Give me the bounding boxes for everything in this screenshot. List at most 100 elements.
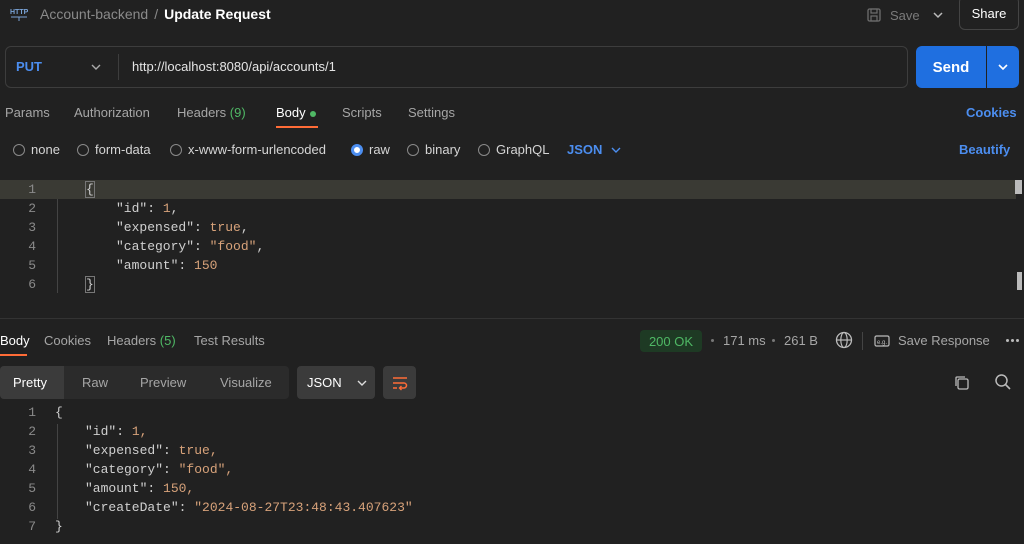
editor-scrollbar-marker[interactable] — [1015, 180, 1022, 194]
json-key: "category" — [116, 239, 195, 254]
tab-settings[interactable]: Settings — [408, 105, 455, 120]
tab-headers-count: (9) — [229, 105, 246, 120]
tab-authorization[interactable]: Authorization — [74, 105, 150, 120]
response-format-select[interactable]: JSON — [297, 366, 375, 399]
beautify-button[interactable]: Beautify — [959, 142, 1010, 157]
line-number: 5 — [28, 258, 36, 273]
response-tab-cookies[interactable]: Cookies — [44, 333, 91, 348]
radio-binary[interactable]: binary — [407, 142, 460, 157]
status-badge[interactable]: 200 OK — [640, 330, 702, 352]
response-time[interactable]: 171 ms — [723, 333, 766, 348]
tab-body[interactable]: Body — [276, 105, 316, 120]
radio-label: GraphQL — [496, 142, 550, 157]
radio-label: raw — [369, 142, 390, 157]
json-value: 150 — [194, 258, 218, 273]
json-key: "id" — [85, 424, 117, 439]
active-tab-underline — [0, 354, 27, 356]
code-line: "amount": 150 — [116, 258, 218, 273]
response-tab-test-results[interactable]: Test Results — [194, 333, 265, 348]
radio-form-data[interactable]: form-data — [77, 142, 151, 157]
method-select[interactable]: PUT — [16, 59, 42, 74]
code-brace-open: { — [55, 405, 63, 420]
response-size[interactable]: 261 B — [784, 333, 818, 348]
json-value: "food" — [209, 239, 257, 254]
send-button[interactable]: Send — [916, 46, 986, 88]
pane-divider[interactable] — [0, 318, 1024, 319]
line-number: 6 — [28, 500, 36, 515]
json-key: "category" — [85, 462, 164, 477]
save-button[interactable]: Save — [866, 4, 920, 26]
line-number: 3 — [28, 443, 36, 458]
radio-raw[interactable]: raw — [351, 142, 390, 157]
radio-label: binary — [425, 142, 461, 157]
chevron-down-icon[interactable] — [90, 61, 102, 73]
send-options-button[interactable] — [987, 46, 1019, 88]
breadcrumb: Account-backend / Update Request — [40, 6, 271, 22]
code-brace-close: } — [55, 519, 63, 534]
radio-urlencoded[interactable]: x-www-form-urlencoded — [170, 142, 326, 157]
radio-graphql[interactable]: GraphQL — [478, 142, 549, 157]
svg-text:e.g.: e.g. — [877, 340, 887, 346]
code-line: "id": 1, — [85, 424, 148, 439]
json-value: 150, — [163, 481, 195, 496]
toolbar-divider — [862, 332, 863, 350]
request-name[interactable]: Update Request — [164, 6, 271, 22]
url-input[interactable]: http://localhost:8080/api/accounts/1 — [132, 59, 336, 74]
response-tab-headers[interactable]: Headers (5) — [107, 333, 176, 348]
save-response-label: Save Response — [898, 333, 990, 348]
chevron-down-icon[interactable] — [931, 8, 945, 22]
editor-scrollbar-thumb[interactable] — [1017, 272, 1022, 290]
radio-label: x-www-form-urlencoded — [188, 142, 326, 157]
tab-params[interactable]: Params — [5, 105, 50, 120]
svg-text:HTTP: HTTP — [10, 9, 28, 16]
line-number: 2 — [28, 424, 36, 439]
view-raw[interactable]: Raw — [82, 375, 108, 390]
http-request-icon: HTTP — [10, 9, 28, 21]
code-brace-open: { — [85, 181, 95, 198]
search-icon[interactable] — [994, 373, 1012, 391]
code-line: "amount": 150, — [85, 481, 195, 496]
radio-circle-selected — [351, 143, 363, 156]
response-tab-headers-count: (5) — [159, 333, 176, 348]
tab-headers-label: Headers — [177, 105, 227, 120]
body-format-select[interactable]: JSON — [567, 142, 622, 157]
response-tab-headers-label: Headers — [107, 333, 157, 348]
example-icon: e.g. — [874, 334, 890, 347]
cookies-link[interactable]: Cookies — [966, 105, 1017, 120]
radio-circle — [407, 143, 419, 156]
line-number: 3 — [28, 220, 36, 235]
separator-dot — [711, 339, 714, 342]
response-tab-body[interactable]: Body — [0, 333, 30, 348]
globe-icon[interactable] — [835, 331, 853, 349]
radio-none[interactable]: none — [13, 142, 60, 157]
code-line: "createDate": "2024-08-27T23:48:43.40762… — [85, 500, 413, 515]
breadcrumb-collection[interactable]: Account-backend — [40, 6, 148, 22]
json-key: "id" — [116, 201, 148, 216]
line-number: 4 — [28, 239, 36, 254]
tab-headers[interactable]: Headers (9) — [177, 105, 246, 120]
wrap-lines-button[interactable] — [383, 366, 416, 399]
code-line: "category": "food", — [85, 462, 234, 477]
save-response-button[interactable]: e.g. Save Response — [874, 333, 990, 348]
json-value: 1 — [162, 201, 171, 216]
body-format-label: JSON — [567, 142, 603, 157]
modified-dot-indicator — [309, 110, 316, 117]
breadcrumb-separator: / — [154, 6, 159, 22]
code-line: "expensed": true, — [116, 220, 249, 235]
json-key: "amount" — [85, 481, 148, 496]
share-button[interactable]: Share — [959, 0, 1019, 30]
radio-label: none — [31, 142, 60, 157]
json-key: "expensed" — [85, 443, 164, 458]
view-pretty[interactable]: Pretty — [13, 375, 47, 390]
copy-icon[interactable] — [953, 374, 971, 392]
view-visualize[interactable]: Visualize — [220, 375, 272, 390]
response-format-label: JSON — [307, 375, 342, 390]
chevron-down-icon — [357, 380, 367, 386]
tab-body-label: Body — [276, 105, 306, 120]
json-value: true, — [178, 443, 218, 458]
tab-scripts[interactable]: Scripts — [342, 105, 382, 120]
view-preview[interactable]: Preview — [140, 375, 186, 390]
more-options-icon[interactable] — [1006, 339, 1019, 342]
json-value: 1, — [131, 424, 148, 439]
current-line-highlight — [0, 180, 1016, 199]
